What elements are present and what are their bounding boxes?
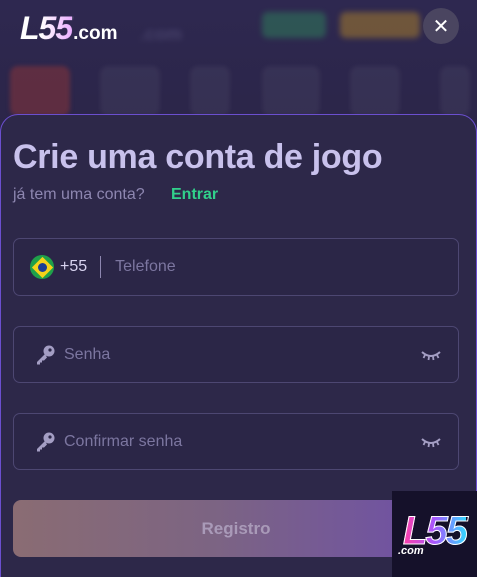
- close-button[interactable]: ✕: [423, 8, 459, 44]
- brand-badge: L55 .com: [392, 491, 477, 577]
- background-game-tile: [10, 66, 70, 116]
- background-game-tile: [190, 66, 230, 116]
- key-icon: [34, 431, 56, 453]
- brazil-flag-icon[interactable]: [30, 255, 54, 279]
- eye-closed-icon[interactable]: [420, 348, 442, 362]
- background-game-tile: [262, 66, 320, 116]
- background-button-green: [262, 12, 326, 38]
- background-game-tile: [350, 66, 400, 116]
- password-field[interactable]: [13, 326, 459, 383]
- login-prompt-text: já tem uma conta?: [13, 186, 145, 203]
- background-faint-text: .com: [140, 24, 183, 44]
- country-code[interactable]: +55: [60, 258, 87, 276]
- site-logo[interactable]: L55 .com: [20, 10, 118, 47]
- login-link[interactable]: Entrar: [171, 186, 218, 204]
- close-icon: ✕: [432, 15, 450, 38]
- modal-title: Crie uma conta de jogo: [13, 138, 383, 176]
- logo-main-text: L55: [20, 10, 73, 46]
- phone-field[interactable]: +55: [13, 238, 459, 296]
- background-game-tile: [440, 66, 470, 116]
- logo-suffix-text: .com: [73, 23, 118, 44]
- phone-input[interactable]: [115, 239, 416, 295]
- background-button-gold: [340, 12, 420, 38]
- confirm-password-input[interactable]: [64, 414, 404, 469]
- badge-suffix-text: .com: [398, 545, 424, 557]
- eye-closed-icon[interactable]: [420, 435, 442, 449]
- confirm-password-field[interactable]: [13, 413, 459, 470]
- field-divider: [100, 256, 102, 278]
- background-game-tile: [100, 66, 160, 116]
- password-input[interactable]: [64, 327, 404, 382]
- key-icon: [34, 344, 56, 366]
